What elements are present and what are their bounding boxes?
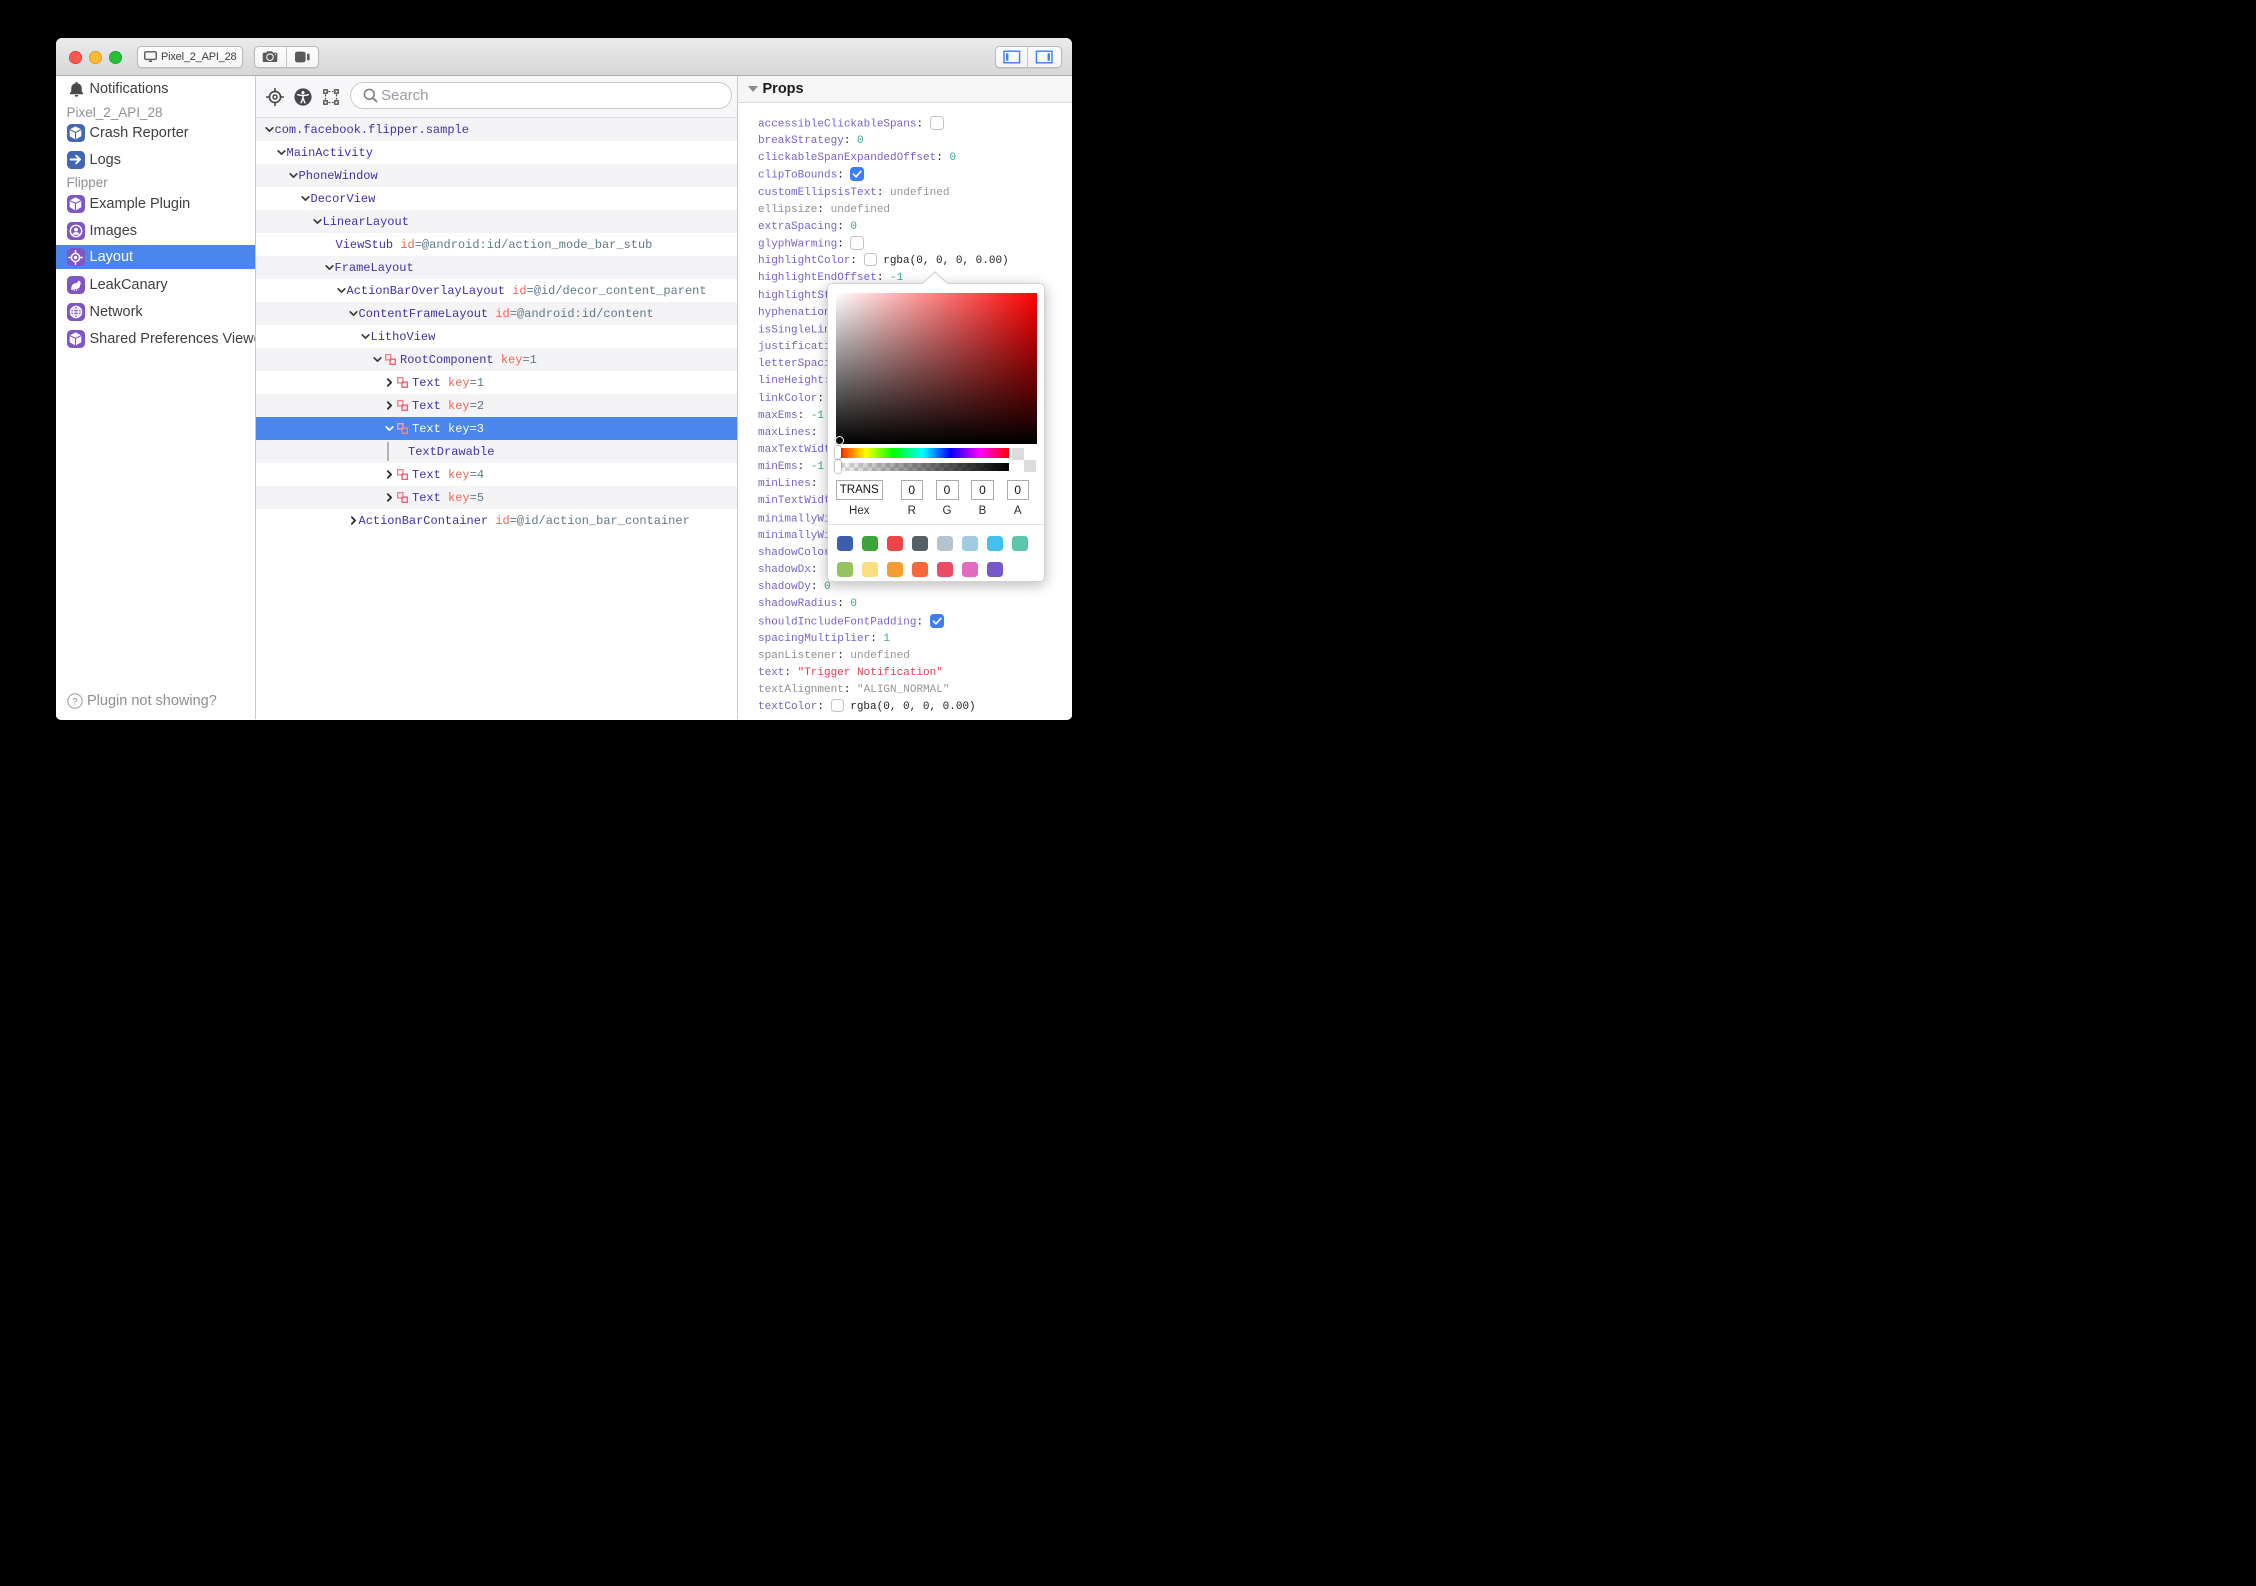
svg-text:?: ? xyxy=(72,696,77,707)
